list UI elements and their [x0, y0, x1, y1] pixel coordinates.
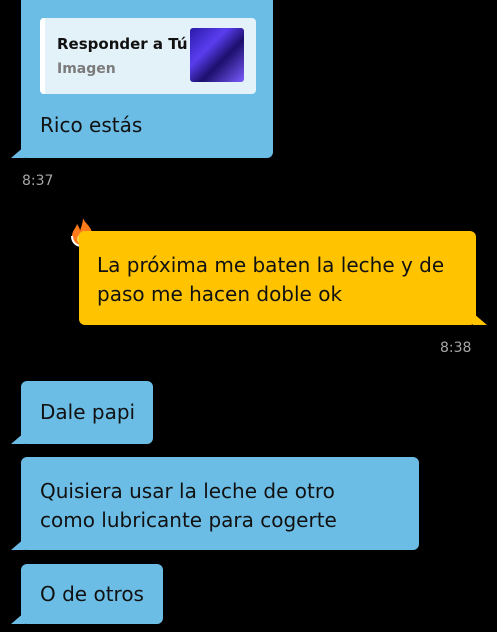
message-bubble[interactable]: Dale papi — [11, 381, 153, 444]
message-text-line: paso me hacen doble ok — [97, 282, 343, 306]
message-text: Rico estás — [40, 113, 143, 137]
message-text: Dale papi — [40, 400, 136, 424]
reply-preview-title: Responder a Tú — [57, 35, 188, 53]
message-bubble-outgoing[interactable]: La próxima me baten la leche y de paso m… — [79, 231, 487, 325]
reply-accent-bar — [40, 18, 45, 94]
reply-preview-card[interactable]: Responder a Tú Imagen — [40, 18, 256, 94]
message-bubble[interactable]: O de otros — [11, 564, 163, 624]
reply-preview-subtitle: Imagen — [57, 61, 116, 77]
reply-image-thumbnail[interactable] — [190, 28, 244, 82]
message-timestamp: 8:37 — [22, 173, 54, 189]
message-text-line: como lubricante para cogerte — [40, 508, 337, 532]
message-timestamp: 8:38 — [440, 340, 472, 356]
message-text-line: La próxima me baten la leche y de — [97, 253, 445, 277]
message-text-line: Quisiera usar la leche de otro — [40, 479, 335, 503]
message-bubble[interactable]: Quisiera usar la leche de otro como lubr… — [11, 457, 419, 550]
message-text: O de otros — [40, 582, 144, 606]
